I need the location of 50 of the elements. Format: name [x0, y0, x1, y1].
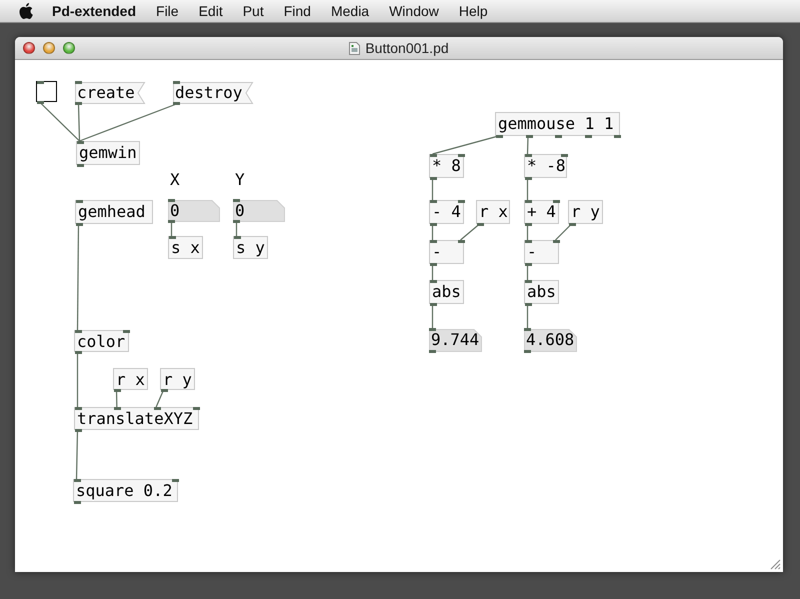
- object-box[interactable]: -: [524, 240, 559, 264]
- object-box[interactable]: * 8: [429, 154, 464, 178]
- menu-item[interactable]: Window: [379, 3, 449, 19]
- object-box[interactable]: abs: [524, 280, 559, 304]
- menu-item[interactable]: Put: [232, 3, 274, 19]
- menu-item[interactable]: File: [146, 3, 189, 19]
- canvas-label: X: [170, 170, 180, 190]
- number-box[interactable]: 9.744: [429, 329, 482, 352]
- number-box[interactable]: 0: [233, 200, 285, 222]
- object-box[interactable]: square 0.2: [73, 479, 178, 502]
- menu-item[interactable]: Help: [448, 3, 498, 19]
- object-box[interactable]: gemhead: [75, 200, 153, 224]
- close-button[interactable]: [23, 42, 35, 54]
- object-box[interactable]: gemmouse 1 1: [495, 112, 620, 136]
- object-box[interactable]: -: [429, 240, 464, 264]
- object-box[interactable]: r y: [568, 200, 603, 224]
- object-box[interactable]: * -8: [524, 154, 567, 178]
- number-box[interactable]: 0: [168, 200, 220, 222]
- resize-grip-icon[interactable]: [770, 559, 781, 570]
- apple-icon[interactable]: [18, 2, 34, 20]
- object-box[interactable]: translateXYZ: [74, 407, 199, 430]
- patch-cord: [432, 135, 499, 155]
- menu-item[interactable]: Edit: [188, 3, 233, 19]
- patch-cord: [156, 390, 164, 408]
- document-icon: [349, 42, 360, 54]
- object-box[interactable]: abs: [429, 280, 464, 304]
- message-box[interactable]: destroy: [173, 82, 253, 104]
- menu-item[interactable]: Find: [274, 3, 321, 19]
- object-box[interactable]: r x: [476, 200, 510, 224]
- patch-cord: [76, 430, 78, 480]
- patch-cord: [555, 224, 572, 240]
- window-title: Button001.pd: [365, 40, 449, 56]
- object-box[interactable]: gemwin: [76, 141, 140, 165]
- app-menu[interactable]: Pd-extended: [42, 3, 146, 19]
- object-box[interactable]: s x: [168, 236, 203, 259]
- minimize-button[interactable]: [43, 42, 55, 54]
- object-box[interactable]: r y: [160, 368, 195, 390]
- patch-cord: [460, 224, 480, 240]
- object-box[interactable]: color: [74, 330, 129, 352]
- message-box[interactable]: create: [75, 82, 145, 104]
- bang-button[interactable]: [36, 81, 57, 102]
- object-box[interactable]: + 4: [524, 200, 559, 224]
- object-box[interactable]: s y: [233, 236, 268, 259]
- canvas-label: Y: [235, 170, 245, 190]
- patch-cord: [526, 136, 529, 154]
- object-box[interactable]: r x: [113, 368, 148, 390]
- zoom-button[interactable]: [63, 42, 75, 54]
- object-box[interactable]: - 4: [429, 200, 464, 224]
- number-box[interactable]: 4.608: [524, 329, 577, 352]
- menu-item[interactable]: Media: [320, 3, 380, 19]
